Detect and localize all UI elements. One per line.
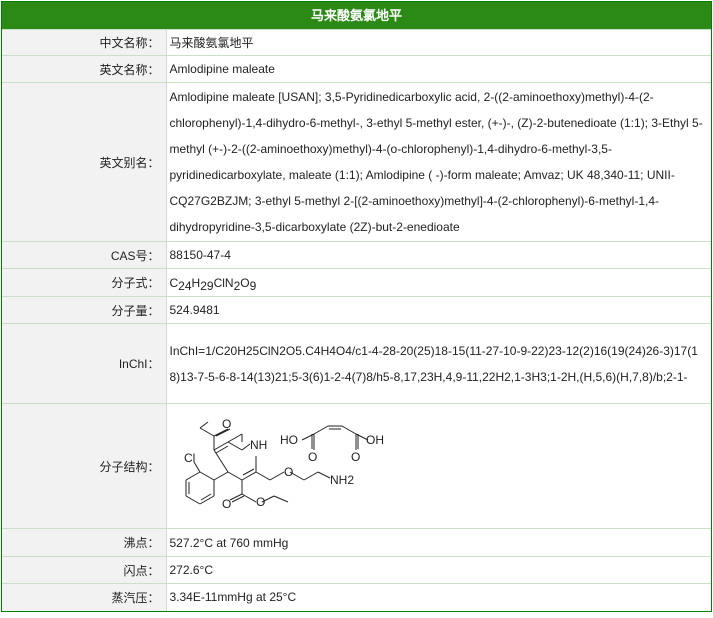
- atom-nh: NH: [250, 438, 267, 452]
- compound-info-panel: 马来酸氨氯地平 中文名称： 马来酸氨氯地平 英文名称： Amlodipine m…: [1, 1, 712, 612]
- value-bp: 527.2°C at 760 mmHg: [166, 528, 711, 557]
- value-fp: 272.6°C: [166, 556, 711, 584]
- atom-o-ether: O: [284, 465, 293, 479]
- formula-h: H: [191, 275, 201, 290]
- formula-h-count: 29: [200, 278, 214, 293]
- row-mw: 分子量： 524.9481: [2, 296, 711, 324]
- value-en-alias: Amlodipine maleate [USAN]; 3,5-Pyridined…: [166, 82, 711, 242]
- value-structure: O NH Cl O O O NH2 HO OH O O: [166, 403, 711, 529]
- atom-o-ester: O: [256, 495, 265, 509]
- formula-c-count: 24: [178, 278, 192, 293]
- atom-o-acid-left: O: [308, 450, 317, 464]
- atom-o-carbonyl: O: [222, 497, 231, 511]
- property-table: 中文名称： 马来酸氨氯地平 英文名称： Amlodipine maleate 英…: [2, 29, 711, 611]
- value-en-name: Amlodipine maleate: [166, 55, 711, 83]
- label-inchi: InChI：: [2, 323, 167, 404]
- formula-o: O: [240, 275, 250, 290]
- formula-cln: ClN: [213, 275, 234, 290]
- label-en-name: 英文名称：: [2, 55, 167, 83]
- label-vp: 蒸汽压：: [2, 583, 167, 611]
- value-formula: C24H29ClN2O9: [166, 268, 711, 297]
- structure-labels: O NH Cl O O O NH2 HO OH O O: [184, 417, 384, 511]
- label-cn-name: 中文名称：: [2, 29, 167, 56]
- row-cas: CAS号： 88150-47-4: [2, 241, 711, 269]
- formula-c: C: [169, 275, 179, 290]
- value-mw: 524.9481: [166, 296, 711, 324]
- value-vp: 3.34E-11mmHg at 25°C: [166, 583, 711, 611]
- atom-cl: Cl: [184, 451, 195, 465]
- row-structure: 分子结构： O NH Cl O O O NH2 HO OH O O: [2, 403, 711, 529]
- value-cas: 88150-47-4: [166, 241, 711, 269]
- atom-o-top: O: [222, 417, 231, 431]
- row-vp: 蒸汽压： 3.34E-11mmHg at 25°C: [2, 583, 711, 611]
- label-formula: 分子式：: [2, 268, 167, 297]
- maleic-acid-skeleton: [301, 425, 368, 450]
- row-formula: 分子式： C24H29ClN2O9: [2, 268, 711, 297]
- label-en-alias: 英文别名：: [2, 82, 167, 242]
- value-cn-name: 马来酸氨氯地平: [166, 29, 711, 56]
- atom-ho: HO: [280, 433, 298, 447]
- label-bp: 沸点：: [2, 528, 167, 557]
- label-fp: 闪点：: [2, 556, 167, 584]
- value-inchi: InChI=1/C20H25ClN2O5.C4H4O4/c1-4-28-20(2…: [166, 323, 711, 404]
- label-mw: 分子量：: [2, 296, 167, 324]
- row-inchi: InChI： InChI=1/C20H25ClN2O5.C4H4O4/c1-4-…: [2, 323, 711, 404]
- row-en-name: 英文名称： Amlodipine maleate: [2, 55, 711, 83]
- atom-oh: OH: [366, 433, 384, 447]
- page-title: 马来酸氨氯地平: [2, 2, 711, 29]
- label-cas: CAS号：: [2, 241, 167, 269]
- structure-image: O NH Cl O O O NH2 HO OH O O: [184, 417, 384, 511]
- row-bp: 沸点： 527.2°C at 760 mmHg: [2, 528, 711, 557]
- atom-o-acid-right: O: [351, 450, 360, 464]
- row-fp: 闪点： 272.6°C: [2, 556, 711, 584]
- row-cn-name: 中文名称： 马来酸氨氯地平: [2, 29, 711, 56]
- atom-nh2: NH2: [330, 473, 354, 487]
- formula-o-count: 9: [249, 278, 257, 293]
- row-en-alias: 英文别名： Amlodipine maleate [USAN]; 3,5-Pyr…: [2, 82, 711, 242]
- label-structure: 分子结构：: [2, 403, 167, 529]
